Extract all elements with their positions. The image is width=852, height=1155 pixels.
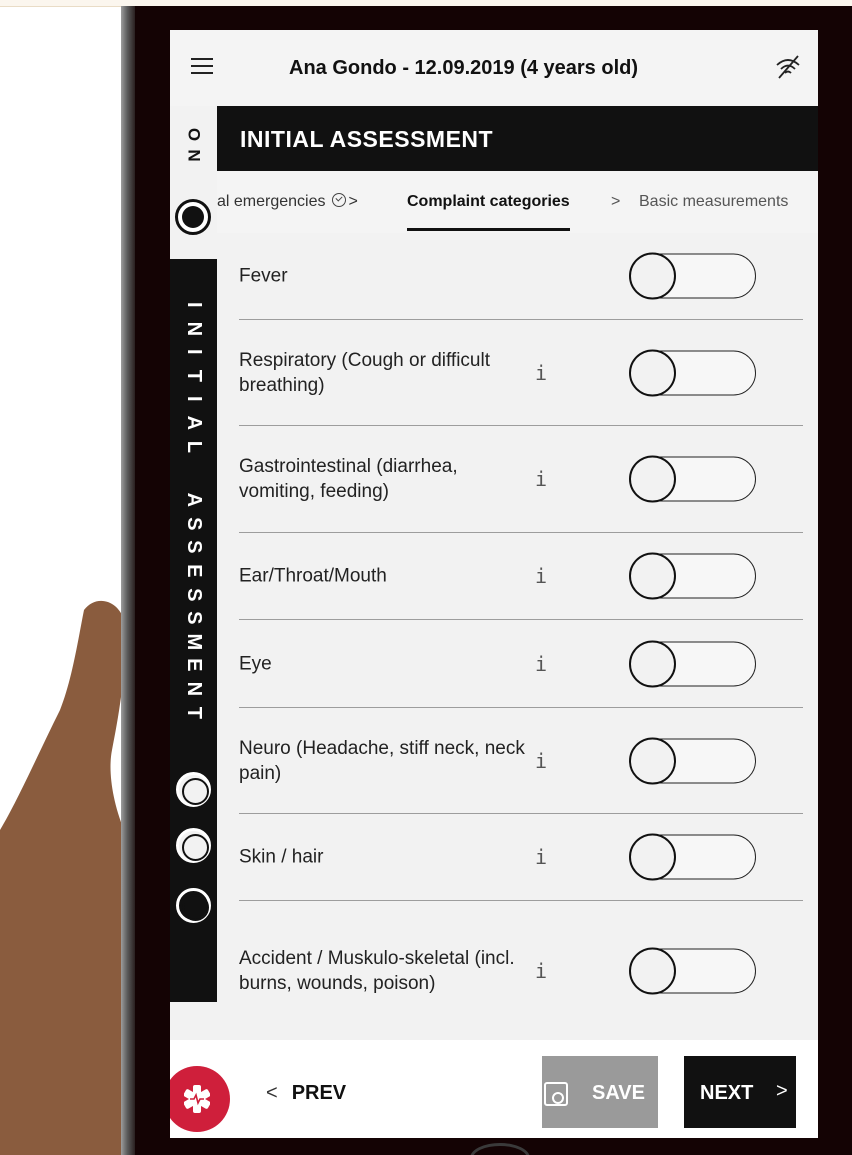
previous-stage-label: O N xyxy=(170,106,217,196)
step-label: al emergencies xyxy=(217,193,326,210)
category-row: Respiratory (Cough or difficult breathin… xyxy=(239,320,803,426)
stage-letter: L xyxy=(182,440,205,453)
prev-label: PREV xyxy=(291,1082,347,1104)
category-label: Respiratory (Cough or difficult breathin… xyxy=(239,349,490,396)
toggle-knob xyxy=(629,552,676,600)
toggle-knob xyxy=(629,640,676,687)
section-title: INITIAL ASSESSMENT xyxy=(240,126,494,152)
category-label: Skin / hair xyxy=(239,846,324,868)
chevron-left-icon: < xyxy=(266,1082,278,1104)
stage-dot-completed[interactable] xyxy=(175,199,211,235)
save-disk-icon xyxy=(544,1082,568,1106)
category-toggle[interactable] xyxy=(629,833,756,881)
stage-dot-later[interactable] xyxy=(176,828,211,863)
step-basic-measurements[interactable]: Basic measurements xyxy=(639,193,788,211)
info-icon[interactable]: i xyxy=(535,959,547,983)
stage-navigation: O N INITIALASSESSMENT xyxy=(170,106,217,1108)
category-row: Gastrointestinal (diarrhea, vomiting, fe… xyxy=(239,426,803,533)
app-header: Ana Gondo - 12.09.2019 (4 years old) xyxy=(170,30,818,106)
toggle-knob xyxy=(629,833,676,881)
category-label: Neuro (Headache, stiff neck, neck pain) xyxy=(239,737,525,784)
next-button[interactable]: NEXT > xyxy=(684,1056,796,1128)
wifi-off-icon xyxy=(776,55,800,79)
category-row: Fever xyxy=(239,233,803,320)
info-icon[interactable]: i xyxy=(535,749,547,773)
patient-title: Ana Gondo - 12.09.2019 (4 years old) xyxy=(289,57,639,79)
info-icon[interactable]: i xyxy=(535,361,547,385)
category-row: Eye i xyxy=(239,620,803,708)
category-toggle[interactable] xyxy=(629,349,756,396)
toggle-knob xyxy=(629,252,676,300)
medical-star-icon xyxy=(184,1085,210,1113)
category-toggle[interactable] xyxy=(629,552,756,600)
hamburger-menu-icon[interactable] xyxy=(191,58,213,74)
category-toggle[interactable] xyxy=(629,252,756,300)
complaint-category-list: Fever Respiratory (Cough or difficult br… xyxy=(217,233,818,1040)
emergency-logo-button[interactable] xyxy=(170,1066,230,1132)
toggle-knob xyxy=(629,737,676,784)
category-toggle[interactable] xyxy=(629,947,756,994)
chevron-right-icon: > xyxy=(776,1080,788,1102)
toggle-knob xyxy=(629,455,676,503)
save-button[interactable]: SAVE xyxy=(542,1056,658,1128)
toggle-knob xyxy=(629,947,676,994)
category-label: Fever xyxy=(239,265,288,287)
check-circle-icon xyxy=(331,193,346,207)
category-toggle[interactable] xyxy=(629,737,756,784)
app-screen: Ana Gondo - 12.09.2019 (4 years old) O N… xyxy=(170,30,818,1138)
category-row: Accident / Muskulo-skeletal (incl. burns… xyxy=(239,901,803,1040)
step-separator: > xyxy=(611,193,621,210)
info-icon[interactable]: i xyxy=(535,467,547,491)
footer-bar: < PREV SAVE NEXT > xyxy=(170,1040,818,1138)
step-separator: > xyxy=(348,193,358,210)
category-label: Accident / Muskulo-skeletal (incl. burns… xyxy=(239,947,515,994)
tablet-edge xyxy=(121,6,135,1155)
category-label: Gastrointestinal (diarrhea, vomiting, fe… xyxy=(239,456,458,502)
toggle-knob xyxy=(629,349,676,396)
category-row: Skin / hair i xyxy=(239,814,803,901)
step-tabs: al emergencies > Complaint categories > B… xyxy=(217,171,818,233)
stage-dot-last[interactable] xyxy=(176,888,211,923)
save-label: SAVE xyxy=(592,1082,645,1104)
stage-dot-next[interactable] xyxy=(176,772,211,807)
section-heading: INITIAL ASSESSMENT xyxy=(217,106,818,171)
step-complaint-categories[interactable]: Complaint categories xyxy=(407,193,570,231)
step-emergencies[interactable]: al emergencies > xyxy=(217,193,358,211)
category-toggle[interactable] xyxy=(629,640,756,687)
stage-letter: T xyxy=(182,706,205,719)
category-toggle[interactable] xyxy=(629,455,756,503)
info-icon[interactable]: i xyxy=(535,845,547,869)
category-row: Neuro (Headache, stiff neck, neck pain) … xyxy=(239,708,803,814)
stage-letter: N xyxy=(184,149,204,162)
info-icon[interactable]: i xyxy=(535,652,547,676)
prev-button[interactable]: < PREV xyxy=(266,1082,346,1105)
category-row: Ear/Throat/Mouth i xyxy=(239,533,803,620)
info-icon[interactable]: i xyxy=(535,564,547,588)
category-label: Eye xyxy=(239,653,272,674)
next-label: NEXT xyxy=(700,1082,754,1104)
category-label: Ear/Throat/Mouth xyxy=(239,565,387,587)
